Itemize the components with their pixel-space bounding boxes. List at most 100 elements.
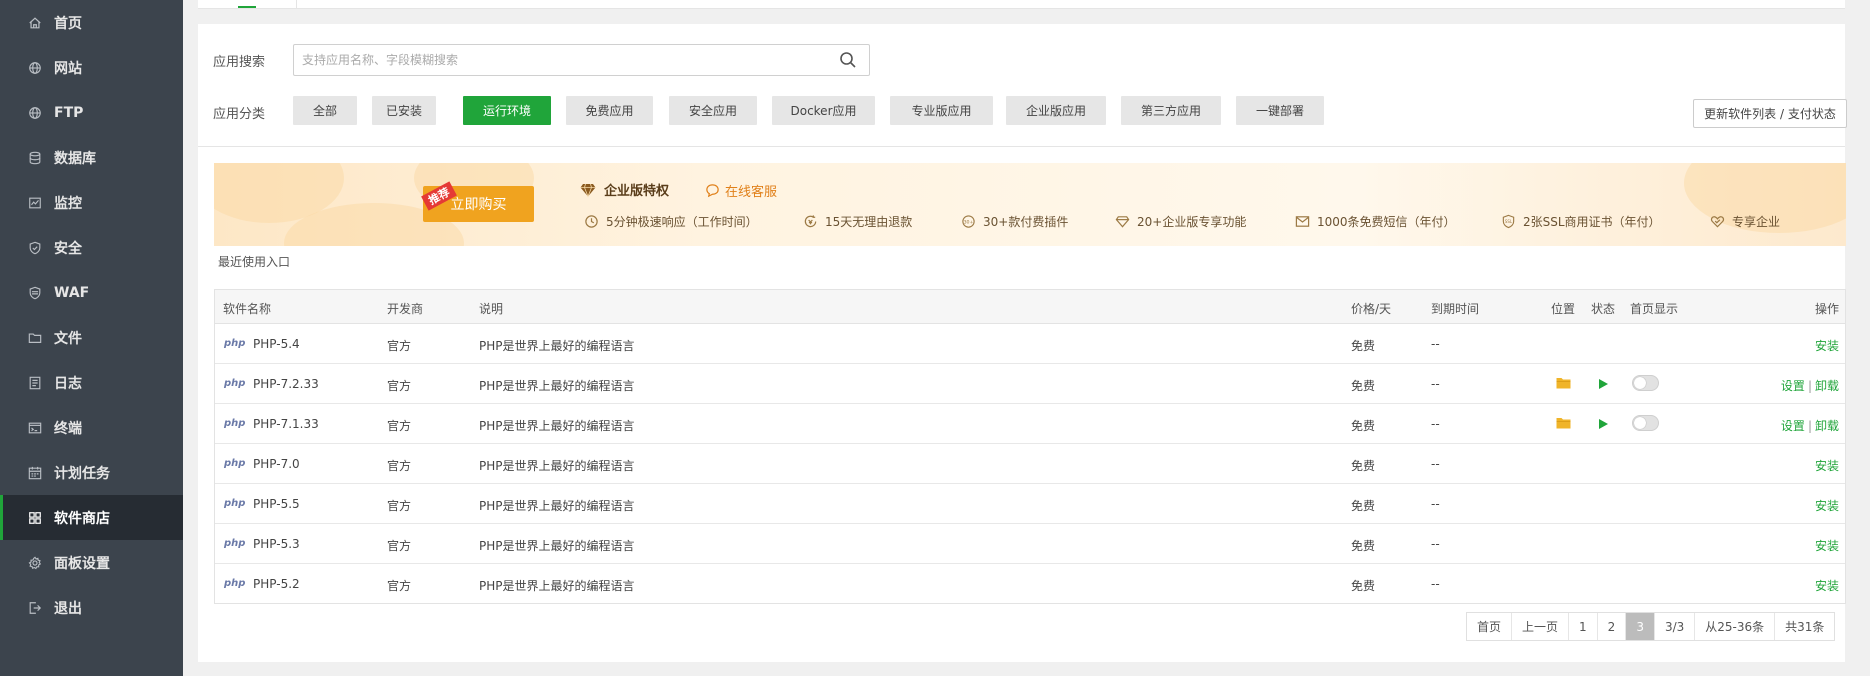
header-position: 位置 [1551, 302, 1576, 316]
header-price: 价格/天 [1351, 302, 1392, 316]
enterprise-title: 企业版特权 [580, 180, 669, 199]
database-icon [28, 151, 42, 165]
category-third-party[interactable]: 第三方应用 [1121, 96, 1221, 125]
search-input[interactable] [294, 46, 839, 74]
page-count: 3/3 [1654, 613, 1696, 640]
folder-icon[interactable] [1556, 377, 1571, 389]
header-expire: 到期时间 [1431, 302, 1480, 316]
sidebar-item-label: 面板设置 [54, 555, 110, 572]
heart-icon [1710, 216, 1725, 228]
pagination: 首页 上一页 1 2 3 3/3 从25-36条 共31条 [1466, 612, 1836, 641]
active-tab-indicator [238, 6, 256, 8]
sidebar-item-cron[interactable]: 计划任务 [0, 450, 183, 495]
sidebar-item-terminal[interactable]: 终端 [0, 405, 183, 450]
feature-text: 专享企业 [1732, 215, 1781, 229]
expire-time: -- [1431, 537, 1440, 551]
sidebar-item-logout[interactable]: 退出 [0, 585, 183, 630]
table-row: php PHP-7.2.33 官方 PHP是世界上最好的编程语言 免费 -- 设… [215, 364, 1845, 404]
uninstall-link[interactable]: 卸载 [1815, 419, 1839, 433]
sidebar: 首页 网站 FTP 数据库 监控 安全 WAF 文件 日志 终端 计划任务 软件… [0, 0, 183, 676]
table-header: 软件名称 开发商 说明 价格/天 到期时间 位置 状态 首页显示 操作 [215, 290, 1845, 324]
category-free[interactable]: 免费应用 [566, 96, 653, 125]
install-link[interactable]: 安装 [1815, 459, 1839, 473]
description: PHP是世界上最好的编程语言 [479, 539, 635, 553]
install-link[interactable]: 安装 [1815, 499, 1839, 513]
expire-time: -- [1431, 457, 1440, 471]
description: PHP是世界上最好的编程语言 [479, 459, 635, 473]
chat-icon [706, 184, 719, 198]
enterprise-title-text: 企业版特权 [604, 184, 670, 199]
category-enterprise[interactable]: 企业版应用 [1006, 96, 1106, 125]
action-separator: | [1807, 419, 1812, 433]
sidebar-item-panel-settings[interactable]: 面板设置 [0, 540, 183, 585]
header-name: 软件名称 [223, 302, 272, 316]
settings-link[interactable]: 设置 [1781, 419, 1805, 433]
sidebar-item-security[interactable]: 安全 [0, 225, 183, 270]
category-runtime[interactable]: 运行环境 [463, 96, 551, 125]
sidebar-item-ftp[interactable]: FTP [0, 90, 183, 135]
category-all[interactable]: 全部 [293, 96, 357, 125]
sidebar-item-website[interactable]: 网站 [0, 45, 183, 90]
sidebar-item-monitor[interactable]: 监控 [0, 180, 183, 225]
uninstall-link[interactable]: 卸载 [1815, 379, 1839, 393]
action-separator: | [1807, 379, 1812, 393]
sidebar-item-label: 退出 [54, 600, 82, 617]
sidebar-item-database[interactable]: 数据库 [0, 135, 183, 180]
page-first[interactable]: 首页 [1467, 613, 1513, 640]
sidebar-item-files[interactable]: 文件 [0, 315, 183, 360]
feature-text: 15天无理由退款 [825, 215, 913, 229]
home-display-toggle[interactable] [1632, 415, 1659, 431]
update-software-list-button[interactable]: 更新软件列表 / 支付状态 [1693, 99, 1847, 128]
category-pro[interactable]: 专业版应用 [890, 96, 993, 125]
install-link[interactable]: 安装 [1815, 339, 1839, 353]
folder-icon[interactable] [1556, 417, 1571, 429]
page-2[interactable]: 2 [1597, 613, 1627, 640]
actions: 安装 [1815, 577, 1839, 594]
ssl-shield-icon: SSL [1502, 214, 1515, 229]
description: PHP是世界上最好的编程语言 [479, 419, 635, 433]
category-installed[interactable]: 已安装 [372, 96, 436, 125]
online-service-link[interactable]: 在线客服 [705, 181, 777, 200]
page-prev[interactable]: 上一页 [1512, 613, 1570, 640]
category-docker[interactable]: Docker应用 [772, 96, 875, 125]
home-icon [28, 16, 42, 30]
sidebar-item-waf[interactable]: WAF [0, 270, 183, 315]
developer: 官方 [387, 339, 412, 353]
feature-sms: 1000条免费短信（年付） [1295, 213, 1456, 230]
home-display-toggle[interactable] [1632, 375, 1659, 391]
feature-refund: 15天无理由退款 [803, 213, 912, 230]
search-icon[interactable] [839, 51, 857, 69]
sidebar-item-label: WAF [54, 284, 90, 301]
monitor-icon [28, 196, 42, 210]
play-icon[interactable] [1597, 418, 1609, 430]
actions: 安装 [1815, 537, 1839, 554]
feature-ssl: SSL 2张SSL商用证书（年付） [1501, 213, 1661, 230]
sidebar-item-home[interactable]: 首页 [0, 0, 183, 45]
page-3-current[interactable]: 3 [1626, 613, 1655, 640]
page-range: 从25-36条 [1695, 613, 1776, 640]
price: 免费 [1351, 539, 1376, 553]
search-box[interactable] [293, 44, 870, 76]
mail-icon [1295, 216, 1310, 227]
category-one-click-deploy[interactable]: 一键部署 [1236, 96, 1324, 125]
sidebar-item-label: 安全 [54, 240, 82, 257]
category-security[interactable]: 安全应用 [669, 96, 757, 125]
sidebar-item-logs[interactable]: 日志 [0, 360, 183, 405]
search-label: 应用搜索 [213, 55, 266, 70]
clock-icon [585, 215, 598, 228]
gem-icon [1115, 216, 1130, 228]
feature-text: 2张SSL商用证书（年付） [1523, 215, 1661, 229]
settings-link[interactable]: 设置 [1781, 379, 1805, 393]
online-service-text: 在线客服 [725, 185, 778, 200]
page-1[interactable]: 1 [1569, 613, 1598, 640]
plugin-icon: 30+ [962, 215, 975, 228]
play-icon[interactable] [1597, 378, 1609, 390]
developer: 官方 [387, 579, 412, 593]
sidebar-item-label: 计划任务 [54, 465, 110, 482]
install-link[interactable]: 安装 [1815, 579, 1839, 593]
table-row: php PHP-5.3 官方 PHP是世界上最好的编程语言 免费 -- 安装 [215, 524, 1845, 564]
sidebar-item-label: 文件 [54, 330, 82, 347]
sidebar-item-app-store[interactable]: 软件商店 [0, 495, 183, 540]
install-link[interactable]: 安装 [1815, 539, 1839, 553]
developer: 官方 [387, 499, 412, 513]
